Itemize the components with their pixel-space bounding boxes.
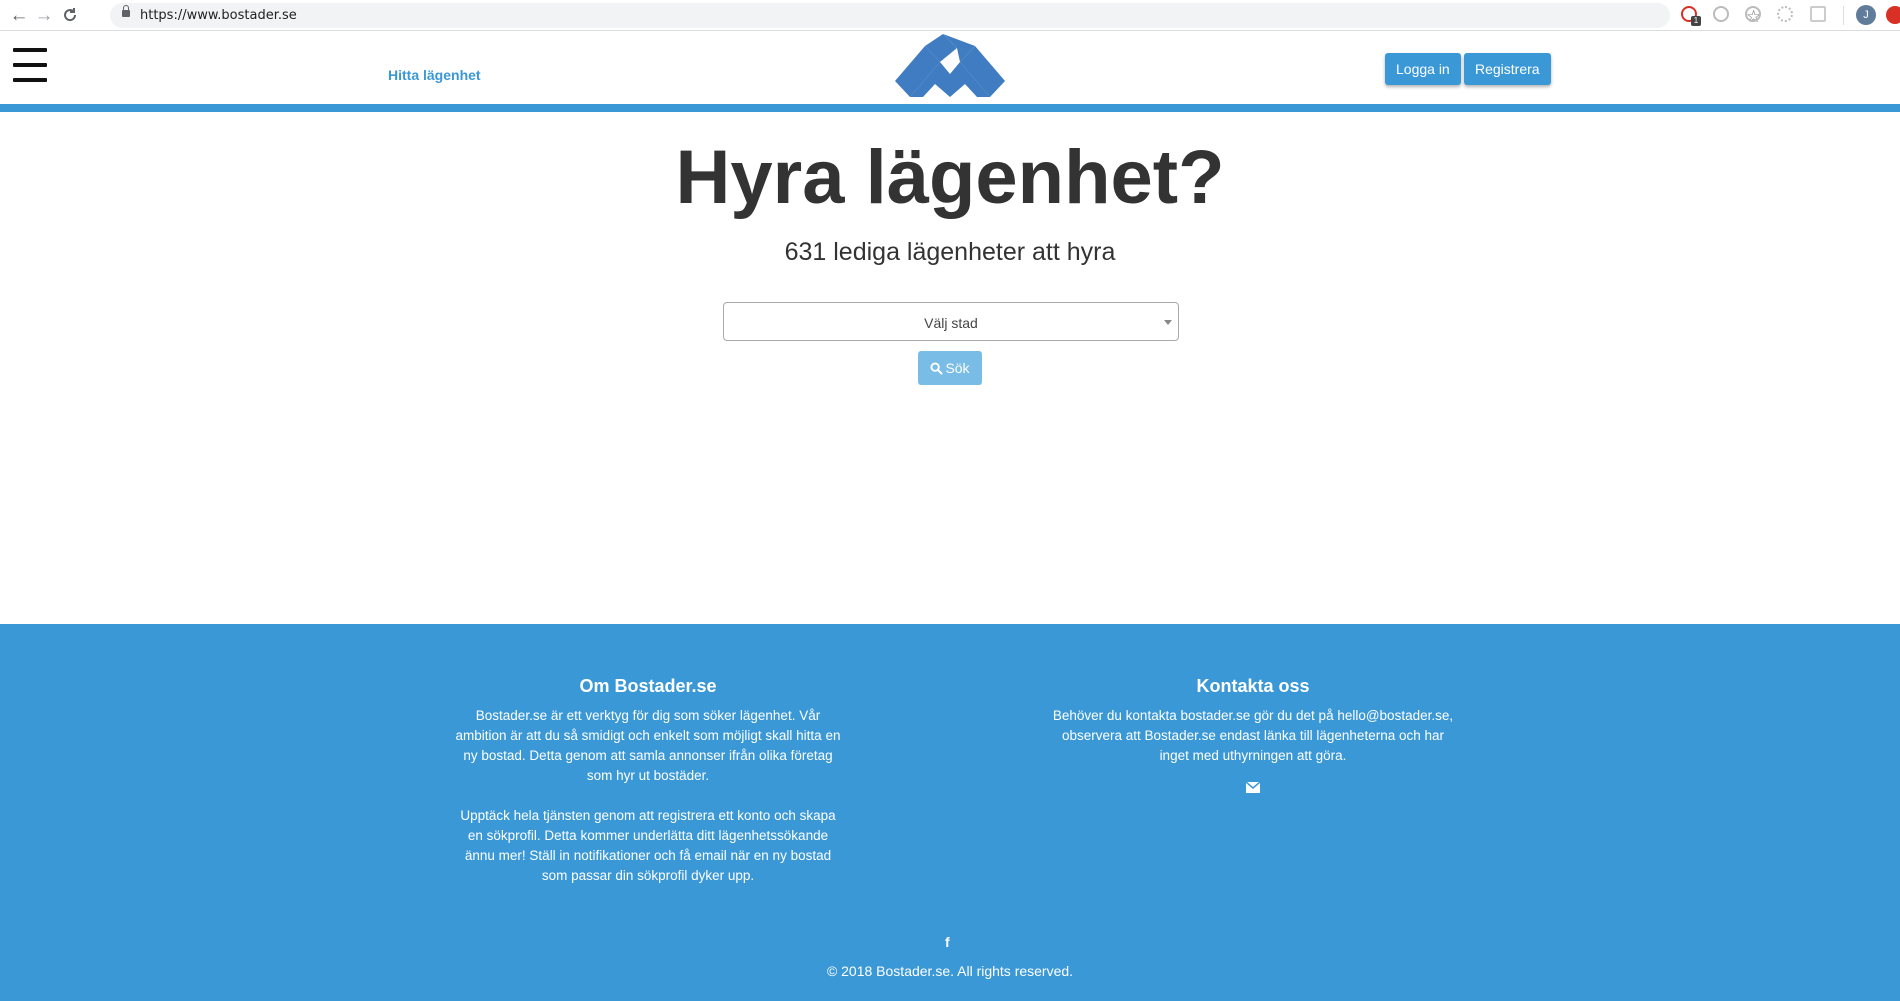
- bostader-logo[interactable]: [895, 34, 1005, 102]
- hamburger-menu-icon[interactable]: [13, 48, 47, 84]
- extension-badge: 1: [1691, 16, 1701, 26]
- about-paragraph: Upptäck hela tjänsten genom att registre…: [460, 808, 836, 883]
- extension-icon[interactable]: [1810, 6, 1826, 22]
- register-button[interactable]: Registrera: [1464, 53, 1551, 85]
- page-title: Hyra lägenhet?: [675, 135, 1225, 220]
- search-button[interactable]: Sök: [918, 351, 982, 385]
- about-paragraph: Bostader.se är ett verktyg för dig som s…: [455, 708, 841, 783]
- footer: Om Bostader.se Bostader.se är ett verkty…: [0, 624, 1900, 1001]
- city-select[interactable]: Välj stad: [723, 302, 1179, 341]
- nav-link-find-apartment[interactable]: Hitta lägenhet: [388, 67, 481, 83]
- search-button-label: Sök: [945, 360, 970, 376]
- address-bar[interactable]: https://www.bostader.se ☆: [110, 3, 1761, 28]
- copyright-text: © 2018 Bostader.se. All rights reserved.: [826, 963, 1074, 979]
- about-section: Om Bostader.se Bostader.se är ett verkty…: [455, 676, 841, 886]
- city-select-value: Välj stad: [924, 315, 978, 331]
- search-icon: [930, 361, 944, 375]
- browser-toolbar: ← → https://www.bostader.se ☆ 1 J: [0, 0, 1900, 31]
- mail-icon[interactable]: [1246, 782, 1260, 793]
- available-count-subtitle: 631 lediga lägenheter att hyra: [784, 238, 1116, 266]
- extension-icon[interactable]: 1: [1681, 6, 1701, 26]
- about-title: Om Bostader.se: [579, 676, 717, 696]
- back-icon[interactable]: ←: [8, 4, 30, 26]
- extension-icon[interactable]: [1745, 6, 1761, 22]
- contact-title: Kontakta oss: [1196, 676, 1310, 696]
- extension-icon[interactable]: [1713, 6, 1729, 22]
- toolbar-divider: [1843, 6, 1844, 25]
- reload-icon[interactable]: [59, 4, 81, 26]
- contact-section: Kontakta oss Behöver du kontakta bostade…: [1050, 676, 1456, 793]
- header-divider: [0, 104, 1900, 112]
- contact-text: Behöver du kontakta bostader.se gör du d…: [1052, 708, 1454, 763]
- lock-icon: [122, 5, 130, 17]
- url-text[interactable]: https://www.bostader.se: [140, 8, 297, 23]
- chevron-down-icon: [1164, 320, 1172, 325]
- profile-avatar[interactable]: J: [1856, 5, 1876, 25]
- site-header: Hitta lägenhet Logga in Registrera: [0, 31, 1900, 104]
- extension-icon[interactable]: [1886, 6, 1900, 24]
- settings-extension-icon[interactable]: [1777, 6, 1793, 22]
- login-button[interactable]: Logga in: [1385, 53, 1461, 85]
- forward-icon[interactable]: →: [33, 4, 55, 26]
- facebook-icon[interactable]: f: [945, 934, 950, 950]
